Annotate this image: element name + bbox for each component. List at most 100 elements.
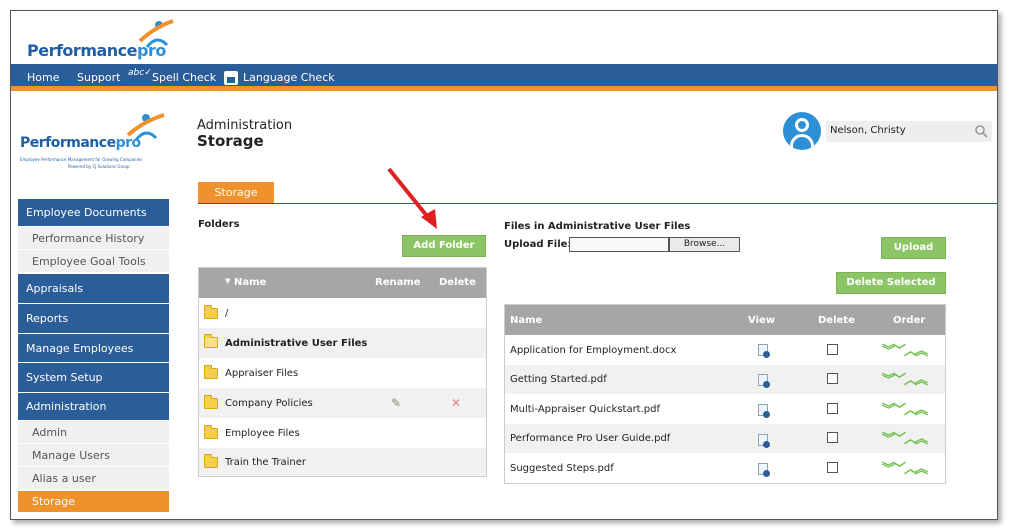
nav-support[interactable]: Support [77,71,120,84]
sidebar-item-employee-documents[interactable]: Employee Documents [18,199,169,227]
tab-storage[interactable]: Storage [198,182,274,204]
folder-icon [204,365,218,379]
avatar-head-shape [795,118,809,132]
avatar-body-shape [790,134,814,150]
folders-col-name[interactable]: Name [234,277,266,288]
folder-row[interactable]: Company Policies ✎ ✕ [199,388,486,418]
delete-checkbox[interactable] [827,432,838,443]
files-col-name: Name [510,315,543,326]
order-arrows-icon[interactable]: ︾﹀︿︽ [882,340,928,359]
files-col-delete: Delete [818,315,855,326]
file-name: Getting Started.pdf [510,374,607,385]
view-file-icon[interactable] [758,434,770,448]
file-name: Performance Pro User Guide.pdf [510,433,671,444]
file-name: Multi-Appraiser Quickstart.pdf [510,404,660,415]
folders-col-rename: Rename [375,277,421,288]
sidebar-logo: Performancepro Employee Performance Mana… [18,113,169,175]
folder-row[interactable]: Employee Files [199,418,486,448]
delete-x-icon[interactable]: ✕ [451,396,461,410]
files-table-header: Name View Delete Order [505,305,945,335]
folder-name[interactable]: Appraiser Files [225,368,298,379]
order-arrows-icon[interactable]: ︾﹀︿︽ [882,399,928,418]
upload-file-input[interactable] [569,237,669,252]
folder-row[interactable]: Administrative User Files [199,328,486,358]
folder-name[interactable]: Train the Trainer [225,457,306,468]
nav-spell-check[interactable]: Spell Check [152,71,216,84]
view-file-icon[interactable] [758,463,770,477]
files-heading: Files in Administrative User Files [504,221,691,232]
files-col-view: View [748,315,776,326]
sidebar-item-alias-user[interactable]: Alias a user [18,467,169,490]
nav-language-check[interactable]: Language Check [243,71,335,84]
rename-pencil-icon[interactable]: ✎ [391,396,401,410]
view-file-icon[interactable] [758,374,770,388]
sidebar-item-manage-employees[interactable]: Manage Employees [18,334,169,363]
folder-row[interactable]: Train the Trainer [199,448,486,476]
app-window: Performancepro Home Support abc✓ Spell C… [10,10,998,520]
order-arrows-icon[interactable]: ︾﹀︿︽ [882,458,928,477]
delete-selected-button[interactable]: Delete Selected [836,272,946,294]
add-folder-button[interactable]: Add Folder [402,235,486,257]
view-file-icon[interactable] [758,404,770,418]
spell-check-icon-text: abc [128,68,145,78]
tab-underline [198,203,997,204]
breadcrumb: Administration [197,118,293,133]
sidebar-item-manage-users[interactable]: Manage Users [18,444,169,467]
folder-name[interactable]: / [225,308,228,319]
page-title: Storage [197,132,264,150]
sort-arrow-icon: ▼ [225,277,231,285]
delete-checkbox[interactable] [827,462,838,473]
top-nav-bar: Home Support abc✓ Spell Check Language C… [11,64,997,91]
sidebar-logo-tagline: Employee Performance Management for Grow… [20,157,143,162]
folder-icon [204,425,218,439]
spell-check-icon: abc✓ [128,68,152,78]
logo-text-pro: pro [137,41,166,60]
sidebar-item-administration[interactable]: Administration [18,393,169,421]
folders-table: ▼ Name Rename Delete / Administrative Us… [198,267,487,477]
sidebar-item-performance-history[interactable]: Performance History [18,227,169,250]
file-row[interactable]: Multi-Appraiser Quickstart.pdf ︾﹀︿︽ [505,394,945,424]
file-row[interactable]: Performance Pro User Guide.pdf ︾﹀︿︽ [505,424,945,453]
browse-button[interactable]: Browse... [669,237,740,252]
header-logo[interactable]: Performancepro [25,19,175,61]
file-row[interactable]: Application for Employment.docx ︾﹀︿︽ [505,335,945,365]
delete-checkbox[interactable] [827,344,838,355]
files-table: Name View Delete Order Application for E… [504,304,946,484]
order-arrows-icon[interactable]: ︾﹀︿︽ [882,369,928,388]
file-row[interactable]: Getting Started.pdf ︾﹀︿︽ [505,365,945,394]
folder-row[interactable]: / [199,298,486,328]
language-check-icon [224,71,238,85]
user-name: Nelson, Christy [830,125,906,136]
folder-name[interactable]: Administrative User Files [225,338,367,349]
folder-name[interactable]: Employee Files [225,428,300,439]
upload-button[interactable]: Upload [881,237,946,259]
delete-checkbox[interactable] [827,373,838,384]
file-name: Suggested Steps.pdf [510,463,614,474]
view-file-icon[interactable] [758,344,770,358]
sidebar-item-system-setup[interactable]: System Setup [18,363,169,393]
folder-name[interactable]: Company Policies [225,398,313,409]
sidebar-item-storage[interactable]: Storage [18,491,169,513]
sidebar-logo-powered: Powered by CJ Solutions Group [68,164,130,169]
sidebar-item-appraisals[interactable]: Appraisals [18,274,169,304]
upload-file-label: Upload File: [504,239,572,250]
avatar[interactable] [783,112,821,150]
file-row[interactable]: Suggested Steps.pdf ︾﹀︿︽ [505,453,945,483]
folder-icon [204,395,218,409]
folder-row[interactable]: Appraiser Files [199,358,486,388]
files-col-order: Order [893,315,926,326]
folders-col-delete: Delete [439,277,476,288]
user-search-field[interactable]: Nelson, Christy [826,121,992,142]
sidebar-item-reports[interactable]: Reports [18,304,169,334]
sidebar-item-employee-goal-tools[interactable]: Employee Goal Tools [18,250,169,273]
search-icon[interactable] [974,124,988,138]
delete-checkbox[interactable] [827,403,838,414]
nav-home[interactable]: Home [27,71,59,84]
sidebar-item-admin[interactable]: Admin [18,421,169,444]
order-arrows-icon[interactable]: ︾﹀︿︽ [882,428,928,447]
folder-icon [204,454,218,468]
folders-heading: Folders [198,219,240,230]
annotation-arrow-icon [387,167,437,229]
folders-table-header: ▼ Name Rename Delete [199,268,486,298]
sidebar-logo-text-main: Performance [20,135,116,151]
